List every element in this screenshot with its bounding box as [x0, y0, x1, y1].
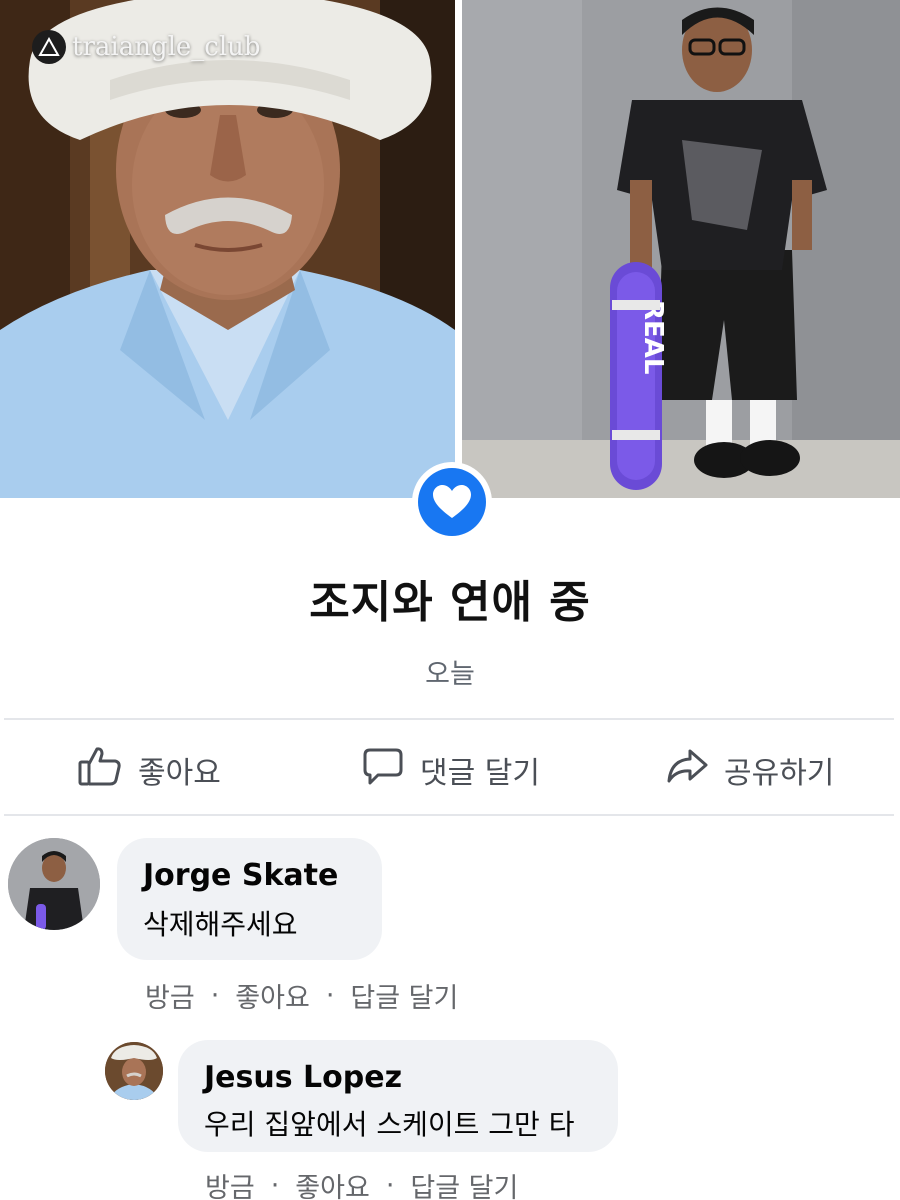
separator-dot: · — [385, 1170, 395, 1200]
comment-reply-link[interactable]: 답글 달기 — [350, 976, 458, 1015]
comment-button[interactable]: 댓글 달기 — [362, 740, 540, 800]
separator-dot: · — [210, 980, 220, 1011]
svg-text:REAL: REAL — [638, 300, 668, 374]
reply-bubble: Jesus Lopez 우리 집앞에서 스케이트 그만 타 — [178, 1040, 618, 1152]
watermark-text: traiangle_club — [72, 32, 261, 62]
comment-button-label: 댓글 달기 — [420, 756, 540, 791]
reply-meta: 방금 · 좋아요 · 답글 달기 — [205, 1166, 518, 1200]
comment-time: 방금 — [145, 983, 195, 1014]
post-action-bar: 좋아요 댓글 달기 공유하기 — [0, 740, 900, 800]
comment-bubble: Jorge Skate 삭제해주세요 — [117, 838, 382, 960]
watermark: traiangle_club — [32, 30, 261, 64]
like-button[interactable]: 좋아요 — [78, 740, 221, 800]
share-button-label: 공유하기 — [724, 756, 835, 791]
avatar-jorge-skate[interactable] — [8, 838, 100, 930]
reply-like-link[interactable]: 좋아요 — [295, 1166, 370, 1200]
separator-dot: · — [325, 980, 335, 1011]
share-button[interactable]: 공유하기 — [666, 740, 834, 800]
reply-reply-link[interactable]: 답글 달기 — [410, 1166, 518, 1200]
comment-author[interactable]: Jorge Skate — [143, 858, 356, 893]
avatar-jesus-lopez[interactable] — [105, 1042, 163, 1100]
reply-time: 방금 — [205, 1173, 255, 1200]
reply-author[interactable]: Jesus Lopez — [204, 1060, 592, 1095]
heart-icon — [418, 468, 486, 536]
comment-icon — [362, 746, 404, 794]
divider-bottom — [4, 814, 894, 816]
comment-meta: 방금 · 좋아요 · 답글 달기 — [145, 976, 458, 1015]
relationship-heart-badge — [412, 462, 492, 542]
comment-like-link[interactable]: 좋아요 — [235, 976, 310, 1015]
like-button-label: 좋아요 — [138, 756, 221, 791]
separator-dot: · — [270, 1170, 280, 1200]
relationship-status-title: 조지와 연애 중 — [309, 577, 591, 628]
comment-text: 삭제해주세요 — [143, 908, 298, 941]
status-timestamp: 오늘 — [425, 659, 475, 690]
reply-text: 우리 집앞에서 스케이트 그만 타 — [204, 1108, 575, 1141]
relationship-photos: traiangle_club REAL — [0, 0, 900, 498]
divider-top — [4, 718, 894, 720]
partner-photo-jorge[interactable]: REAL — [462, 0, 900, 498]
partner-photo-jesus[interactable]: traiangle_club — [0, 0, 455, 498]
thumbs-up-icon — [78, 745, 122, 795]
share-icon — [666, 748, 708, 792]
triangle-logo-icon — [32, 30, 66, 64]
